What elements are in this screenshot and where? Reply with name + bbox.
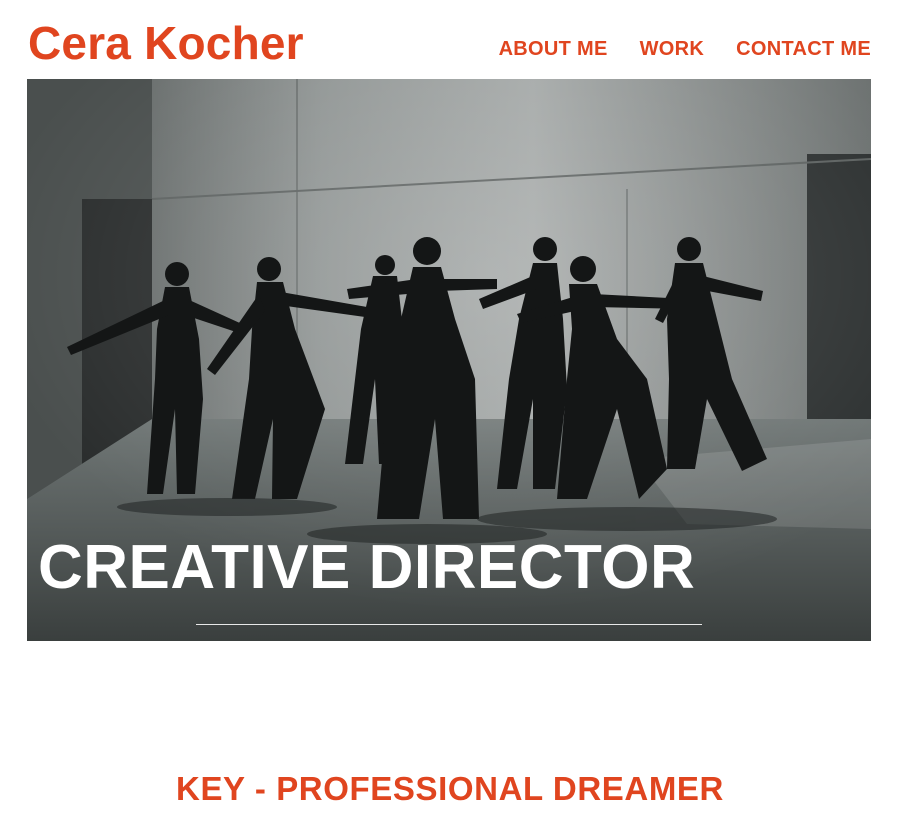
hero-heading: CREATIVE DIRECTOR [38,533,696,602]
hero-divider [196,624,702,625]
hero-banner: CREATIVE DIRECTOR [27,79,871,641]
page: Cera Kocher ABOUT ME WORK CONTACT ME CRE… [0,0,914,838]
site-title[interactable]: Cera Kocher [28,14,304,72]
main-nav: ABOUT ME WORK CONTACT ME [499,36,871,62]
nav-link-about-me[interactable]: ABOUT ME [499,36,608,62]
tagline: KEY - PROFESSIONAL DREAMER [176,770,724,807]
nav-link-work[interactable]: WORK [640,36,705,62]
nav-link-contact-me[interactable]: CONTACT ME [736,36,871,62]
